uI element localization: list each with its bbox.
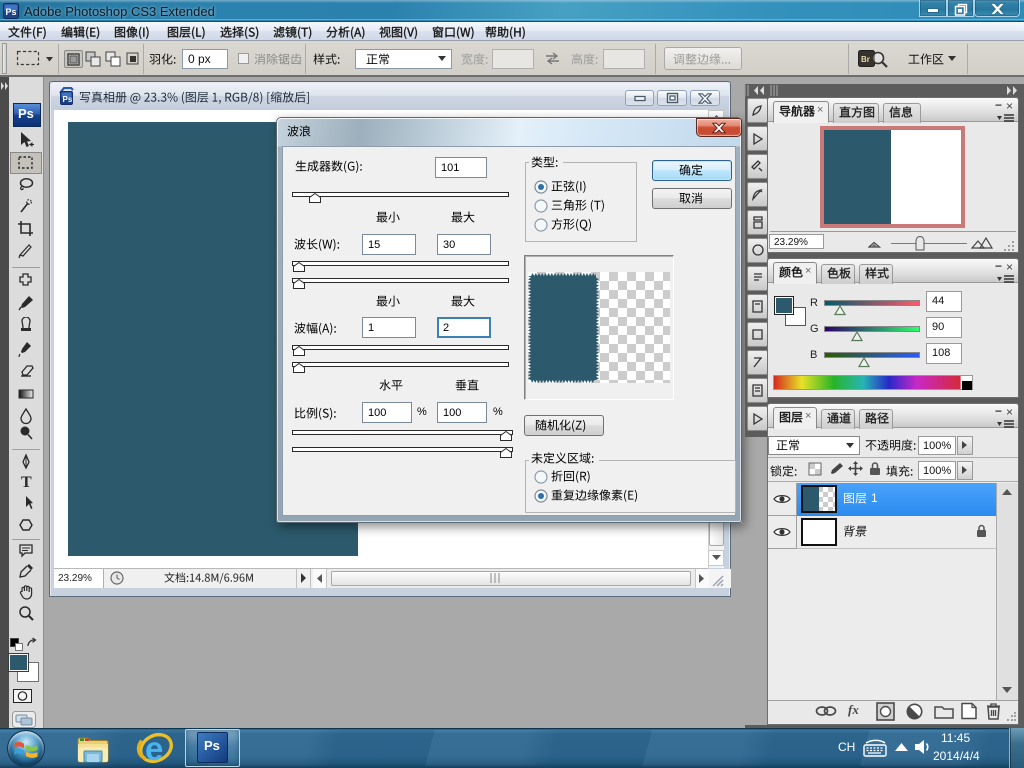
svg-text:Ps: Ps xyxy=(63,95,73,104)
svg-text:e: e xyxy=(145,730,163,767)
svg-text:T: T xyxy=(21,474,32,491)
svg-text:Ps: Ps xyxy=(6,7,17,17)
svg-text:Br: Br xyxy=(861,55,870,64)
